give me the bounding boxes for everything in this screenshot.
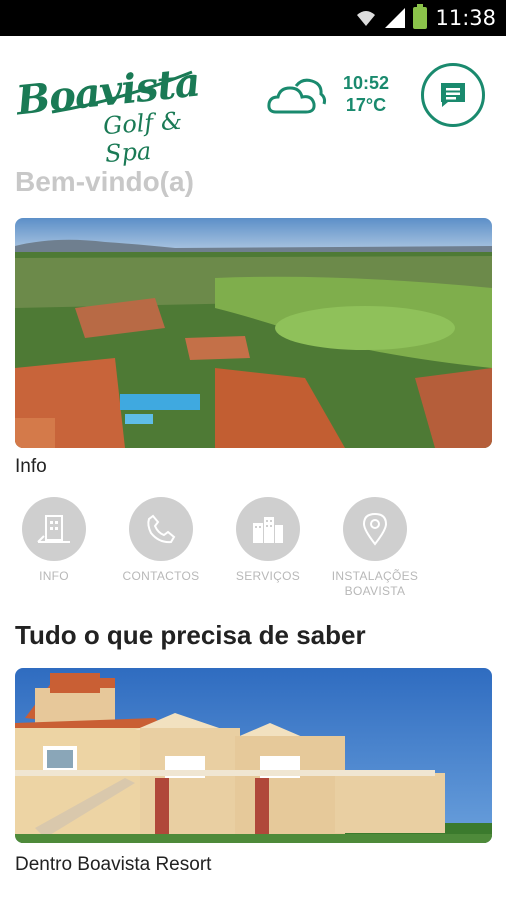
card-caption[interactable]: Dentro Boavista Resort <box>15 854 211 876</box>
service-info-circle <box>22 497 86 561</box>
resort-card-image[interactable] <box>15 668 492 843</box>
service-instalacoes-label: INSTALAÇÕES BOAVISTA <box>331 569 419 598</box>
resort-aerial-photo <box>15 218 492 448</box>
battery-icon <box>413 4 428 29</box>
chat-icon <box>441 83 465 107</box>
service-contactos-circle <box>129 497 193 561</box>
resort-building-photo <box>15 668 492 843</box>
service-contactos[interactable]: CONTACTOS <box>106 497 216 584</box>
app-header: Boavista Golf & Spa 10:52 17°C <box>0 36 506 169</box>
section-title: Tudo o que precisa de saber <box>15 620 366 650</box>
status-bar: 11:38 <box>0 0 506 36</box>
status-time: 11:38 <box>435 6 496 30</box>
welcome-heading: Bem-vindo(a) <box>15 166 194 197</box>
city-icon <box>253 517 283 543</box>
weather-time: 10:52 <box>342 73 390 93</box>
cloud-icon <box>267 78 327 114</box>
service-servicos-circle <box>236 497 300 561</box>
weather-widget: 10:52 17°C <box>336 72 396 116</box>
service-instalacoes[interactable]: INSTALAÇÕES BOAVISTA <box>320 497 430 599</box>
signal-icon <box>385 8 406 28</box>
service-instalacoes-circle <box>343 497 407 561</box>
wifi-icon <box>357 11 376 26</box>
hero-image[interactable] <box>15 218 492 448</box>
weather-temperature: 17°C <box>345 95 387 115</box>
services-row: INFO CONTACTOS SERVIÇOS INSTALAÇÕES BOAV… <box>0 497 506 607</box>
service-info-label: INFO <box>39 569 69 583</box>
logo-swoosh <box>51 70 193 114</box>
service-servicos-label: SERVIÇOS <box>235 569 301 583</box>
boavista-logo[interactable]: Boavista Golf & Spa <box>12 50 222 169</box>
location-pin-icon <box>362 512 388 546</box>
phone-icon <box>147 514 176 544</box>
hero-caption[interactable]: Info <box>15 456 47 478</box>
service-contactos-label: CONTACTOS <box>122 569 200 583</box>
service-servicos[interactable]: SERVIÇOS <box>213 497 323 584</box>
building-icon <box>37 515 70 543</box>
service-info[interactable]: INFO <box>0 497 109 584</box>
chat-button[interactable] <box>421 63 485 127</box>
